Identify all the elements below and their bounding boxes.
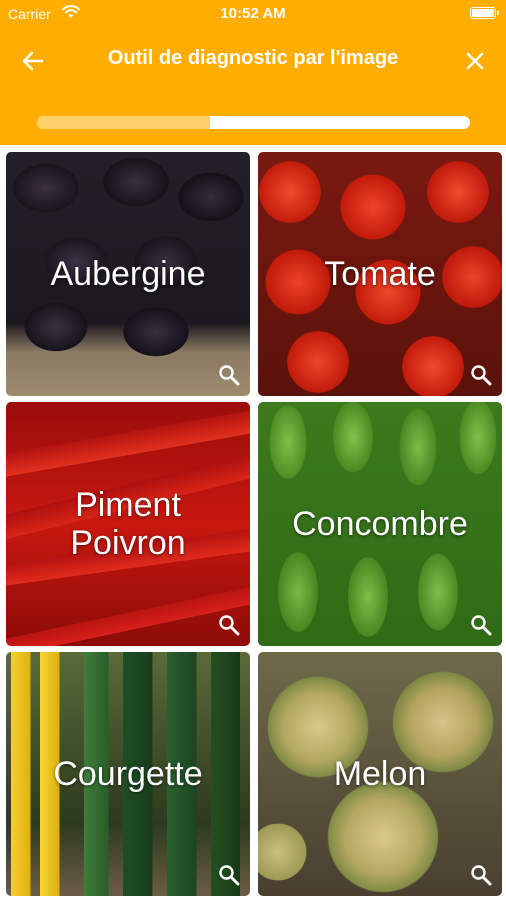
tile-label: Courgette bbox=[53, 755, 203, 793]
status-time: 10:52 AM bbox=[220, 5, 286, 22]
search-icon[interactable] bbox=[217, 363, 241, 387]
tile-melon[interactable]: Melon bbox=[258, 652, 502, 896]
search-icon[interactable] bbox=[469, 363, 493, 387]
tile-tomate[interactable]: Tomate bbox=[258, 152, 502, 396]
battery-icon bbox=[470, 7, 499, 19]
progress-bar bbox=[37, 116, 470, 129]
tile-label: Tomate bbox=[324, 255, 436, 293]
progress-bar-fill bbox=[37, 116, 211, 129]
tile-piment-poivron[interactable]: Piment Poivron bbox=[6, 402, 250, 646]
tile-label: Piment Poivron bbox=[70, 486, 186, 562]
battery-level bbox=[472, 9, 494, 17]
tile-concombre[interactable]: Concombre bbox=[258, 402, 502, 646]
search-icon[interactable] bbox=[217, 863, 241, 887]
search-icon[interactable] bbox=[217, 613, 241, 637]
close-icon bbox=[466, 52, 484, 70]
tile-label: Melon bbox=[333, 755, 427, 793]
page-title: Outil de diagnostic par l'image bbox=[107, 47, 399, 69]
header: Carrier 10:52 AM Outil de diagnostic par… bbox=[0, 0, 506, 145]
status-bar: Carrier 10:52 AM bbox=[0, 0, 506, 28]
nav-bar: Outil de diagnostic par l'image bbox=[0, 38, 506, 82]
tile-courgette[interactable]: Courgette bbox=[6, 652, 250, 896]
tile-label: Aubergine bbox=[50, 255, 206, 293]
search-icon[interactable] bbox=[469, 613, 493, 637]
search-icon[interactable] bbox=[469, 863, 493, 887]
tile-label: Concombre bbox=[292, 505, 468, 543]
close-button[interactable] bbox=[460, 46, 490, 76]
tile-aubergine[interactable]: Aubergine bbox=[6, 152, 250, 396]
